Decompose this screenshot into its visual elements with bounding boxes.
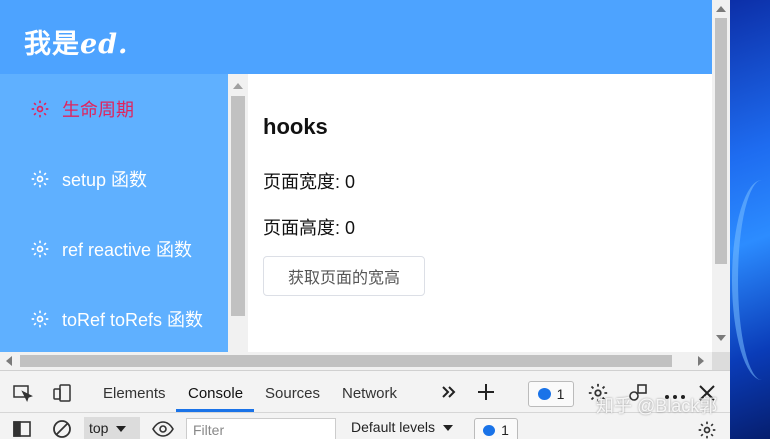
- settings-icon[interactable]: [697, 420, 719, 439]
- gear-icon: [30, 239, 50, 259]
- levels-value: Default levels: [351, 419, 436, 435]
- sidebar-item-label: toRef toRefs 函数: [62, 310, 204, 330]
- page-viewport: 我是ed. 生命周期 setup 函数 ref reactive 函数 toRe…: [0, 0, 712, 352]
- chevron-down-icon: [443, 425, 454, 432]
- sidebar-item-toref-torefs[interactable]: toRef toRefs 函数: [30, 304, 203, 334]
- sidebar-toggle-icon[interactable]: [12, 420, 34, 439]
- message-icon: [537, 388, 551, 400]
- logo: 我是ed.: [24, 22, 128, 61]
- scroll-up-arrow-icon[interactable]: [716, 6, 726, 12]
- sidebar-item-setup[interactable]: setup 函数: [30, 164, 147, 194]
- context-select[interactable]: top: [84, 417, 140, 439]
- inspect-icon[interactable]: [12, 383, 34, 403]
- gear-icon: [30, 309, 50, 329]
- height-readout: 页面高度: 0: [263, 218, 356, 238]
- sidebar-item-label: ref reactive 函数: [62, 240, 193, 260]
- message-icon: [483, 424, 496, 436]
- get-size-button[interactable]: 获取页面的宽高: [263, 256, 425, 296]
- header: 我是ed.: [0, 0, 712, 74]
- logo-prefix: 我是: [24, 29, 80, 60]
- scroll-down-arrow-icon[interactable]: [716, 335, 726, 341]
- scrollbar-thumb[interactable]: [20, 355, 672, 367]
- tab-console[interactable]: Console: [188, 385, 243, 402]
- sidebar-menu: 生命周期 setup 函数 ref reactive 函数 toRef toRe…: [0, 74, 228, 352]
- messages-badge[interactable]: 1: [474, 418, 518, 439]
- page-vertical-scrollbar[interactable]: [712, 0, 730, 352]
- clear-icon[interactable]: [52, 419, 74, 439]
- log-levels-select[interactable]: Default levels: [351, 419, 454, 435]
- scrollbar-thumb[interactable]: [715, 18, 727, 264]
- tab-elements[interactable]: Elements: [103, 385, 166, 402]
- scroll-left-arrow-icon[interactable]: [6, 356, 12, 366]
- context-value: top: [89, 420, 109, 436]
- gear-icon: [30, 99, 50, 119]
- plus-icon[interactable]: [476, 382, 498, 402]
- logo-suffix: ed.: [80, 29, 129, 60]
- gear-icon: [30, 169, 50, 189]
- sidebar-item-label: setup 函数: [62, 170, 148, 190]
- scroll-right-arrow-icon[interactable]: [698, 356, 704, 366]
- width-readout: 页面宽度: 0: [263, 172, 356, 192]
- filter-input[interactable]: Filter: [186, 418, 336, 439]
- tab-network[interactable]: Network: [342, 385, 397, 402]
- scrollbar-thumb[interactable]: [231, 96, 245, 316]
- page-title: hooks: [263, 114, 328, 139]
- issues-count: 1: [556, 386, 565, 402]
- scrollbar-corner: [712, 352, 730, 370]
- sidebar-item-lifecycle[interactable]: 生命周期: [30, 94, 134, 124]
- device-toggle-icon[interactable]: [52, 383, 74, 403]
- active-tab-indicator: [176, 409, 254, 412]
- main-content: hooks 页面宽度: 0 页面高度: 0 获取页面的宽高: [248, 74, 712, 352]
- issues-badge[interactable]: 1: [528, 381, 574, 407]
- eye-icon[interactable]: [152, 420, 174, 439]
- messages-count: 1: [501, 422, 509, 438]
- sidebar-item-ref-reactive[interactable]: ref reactive 函数: [30, 234, 192, 264]
- chevron-down-icon: [116, 426, 127, 433]
- sidebar-item-label: 生命周期: [62, 100, 134, 120]
- watermark: 知乎 @Black郭: [596, 396, 718, 416]
- more-tabs-icon[interactable]: [440, 384, 462, 404]
- tab-sources[interactable]: Sources: [265, 385, 320, 402]
- page-horizontal-scrollbar[interactable]: [0, 352, 712, 370]
- sidebar-scrollbar[interactable]: [228, 74, 248, 352]
- scroll-up-arrow-icon[interactable]: [233, 83, 243, 89]
- desktop-wallpaper: [730, 0, 770, 439]
